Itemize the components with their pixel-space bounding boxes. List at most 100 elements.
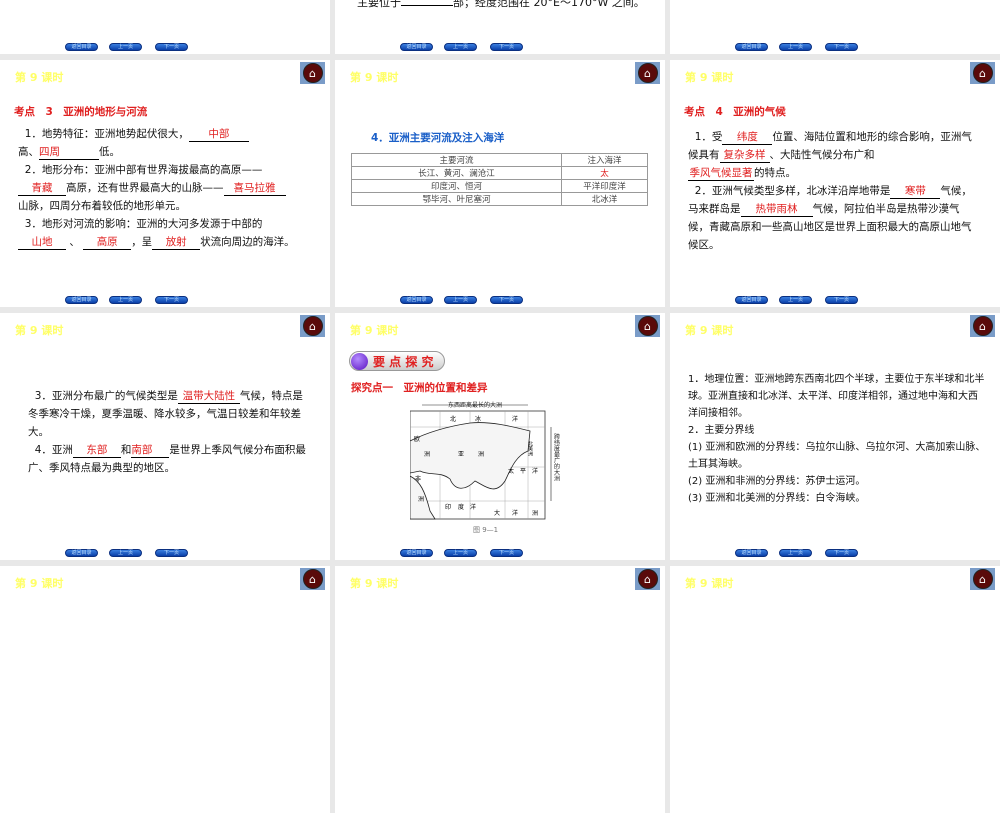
table-header: 主要河流 bbox=[351, 153, 562, 167]
key-points-banner: 要 点 探 究 bbox=[349, 351, 445, 371]
slide-10[interactable]: 第 9 课时 ⌂ bbox=[0, 566, 330, 813]
home-icon: ⌂ bbox=[972, 63, 993, 83]
home-icon: ⌂ bbox=[637, 569, 658, 589]
lesson-label: 第 9 课时 bbox=[350, 324, 399, 337]
lesson-label: 第 9 课时 bbox=[350, 577, 399, 590]
home-button[interactable]: ⌂ bbox=[970, 315, 995, 337]
nav-prev-button[interactable]: 上一页 bbox=[444, 43, 477, 51]
lesson-label: 第 9 课时 bbox=[15, 324, 64, 337]
home-button[interactable]: ⌂ bbox=[300, 62, 325, 84]
nav-buttons: 返回目录 上一页 下一页 bbox=[400, 43, 523, 51]
nav-toc-button[interactable]: 返回目录 bbox=[400, 549, 433, 557]
svg-text:平: 平 bbox=[520, 468, 526, 475]
svg-text:洲: 洲 bbox=[424, 451, 430, 458]
slide-terrain-rivers[interactable]: 第 9 课时 ⌂ 考点 3 亚洲的地形与河流 1．地势特征：亚洲地势起伏很大，中… bbox=[0, 60, 330, 307]
nav-toc-button[interactable]: 返回目录 bbox=[735, 43, 768, 51]
lesson-label: 第 9 课时 bbox=[15, 577, 64, 590]
home-icon: ⌂ bbox=[972, 316, 993, 336]
section-heading: 探究点一 亚洲的位置和差异 bbox=[351, 382, 488, 394]
nav-prev-button[interactable]: 上一页 bbox=[109, 296, 142, 304]
home-icon: ⌂ bbox=[302, 569, 323, 589]
lesson-label: 第 9 课时 bbox=[350, 71, 399, 84]
home-button[interactable]: ⌂ bbox=[970, 62, 995, 84]
nav-toc-button[interactable]: 返回目录 bbox=[735, 549, 768, 557]
svg-text:洲: 洲 bbox=[478, 451, 484, 458]
slide-body: 3．亚洲分布最广的气候类型是 温带大陆性 气候，特点是冬季寒冷干燥，夏季温暖、降水较… bbox=[28, 390, 306, 474]
svg-text:洲: 洲 bbox=[418, 496, 424, 503]
svg-text:欧: 欧 bbox=[414, 435, 420, 443]
nav-prev-button[interactable]: 上一页 bbox=[109, 43, 142, 51]
svg-text:洋: 洋 bbox=[512, 415, 518, 423]
home-button[interactable]: ⌂ bbox=[300, 568, 325, 590]
svg-text:北: 北 bbox=[450, 415, 456, 423]
nav-prev-button[interactable]: 上一页 bbox=[444, 296, 477, 304]
nav-toc-button[interactable]: 返回目录 bbox=[65, 296, 98, 304]
svg-text:洋: 洋 bbox=[470, 503, 476, 511]
home-button[interactable]: ⌂ bbox=[635, 315, 660, 337]
slide-1[interactable]: 返回目录 上一页 下一页 bbox=[0, 0, 330, 54]
nav-next-button[interactable]: 下一页 bbox=[825, 549, 858, 557]
nav-buttons: 返回目录 上一页 下一页 bbox=[65, 43, 188, 51]
nav-toc-button[interactable]: 返回目录 bbox=[400, 296, 433, 304]
table-row: 鄂毕河、叶尼塞河 北冰洋 bbox=[351, 192, 648, 206]
slide-climate-2[interactable]: 第 9 课时 ⌂ 3．亚洲分布最广的气候类型是 温带大陆性 气候，特点是冬季寒冷干燥… bbox=[0, 313, 330, 560]
home-button[interactable]: ⌂ bbox=[635, 568, 660, 590]
table-row: 长江、黄河、澜沧江太 bbox=[351, 166, 648, 180]
nav-buttons: 返回目录 上一页 下一页 bbox=[735, 43, 858, 51]
lesson-label: 第 9 课时 bbox=[15, 71, 64, 84]
svg-text:洋: 洋 bbox=[512, 509, 518, 517]
lesson-label: 第 9 课时 bbox=[685, 577, 734, 590]
nav-next-button[interactable]: 下一页 bbox=[155, 549, 188, 557]
slide-climate[interactable]: 第 9 课时 ⌂ 考点 4 亚洲的气候 1．受 纬度 位置、海陆位置和地形的综合影响… bbox=[670, 60, 1000, 307]
asia-map: 东西距离最长的大洲 跨纬度最广的大洲 北冰洋 亚洲 欧洲 非洲 印度洋 太平洋 … bbox=[410, 401, 560, 521]
home-button[interactable]: ⌂ bbox=[635, 62, 660, 84]
lesson-label: 第 9 课时 bbox=[685, 324, 734, 337]
nav-next-button[interactable]: 下一页 bbox=[155, 296, 188, 304]
nav-buttons: 返回目录 上一页 下一页 bbox=[400, 296, 523, 304]
rivers-table: 主要河流 注入海洋 长江、黄河、澜沧江太 印度河、恒河 平洋印度洋 鄂毕河、叶尼塞河… bbox=[351, 153, 648, 206]
svg-text:洋: 洋 bbox=[532, 467, 538, 475]
nav-prev-button[interactable]: 上一页 bbox=[779, 43, 812, 51]
nav-next-button[interactable]: 下一页 bbox=[490, 549, 523, 557]
nav-next-button[interactable]: 下一页 bbox=[825, 296, 858, 304]
table-row: 印度河、恒河 平洋印度洋 bbox=[351, 179, 648, 193]
nav-buttons: 返回目录 上一页 下一页 bbox=[735, 296, 858, 304]
slide-body: 1．受 纬度 位置、海陆位置和地形的综合影响，亚洲气候具有 复杂多样 、大陆性气候分布广… bbox=[688, 131, 972, 251]
slide-body: 1．地势特征：亚洲地势起伏很大， 中部 高、四周 低。 2．地形分布：亚洲中部有世界… bbox=[18, 128, 295, 250]
nav-buttons: 返回目录 上一页 下一页 bbox=[400, 549, 523, 557]
nav-toc-button[interactable]: 返回目录 bbox=[65, 43, 98, 51]
home-icon: ⌂ bbox=[972, 569, 993, 589]
slide-key-points[interactable]: 第 9 课时 ⌂ 要 点 探 究 探究点一 亚洲的位置和差异 东西距离最长的大洲… bbox=[335, 313, 665, 560]
table-header: 注入海洋 bbox=[561, 153, 648, 167]
nav-toc-button[interactable]: 返回目录 bbox=[65, 549, 98, 557]
slide-3[interactable]: 返回目录 上一页 下一页 bbox=[670, 0, 1000, 54]
slide-body: 1．地理位置：亚洲地跨东西南北四个半球，主要位于东半球和北半球。亚洲直接和北冰洋… bbox=[688, 374, 986, 504]
nav-prev-button[interactable]: 上一页 bbox=[779, 549, 812, 557]
slide-2[interactable]: 主要位于 部；经度范围在 20°E～170°W 之间。 返回目录 上一页 下一页 bbox=[335, 0, 665, 54]
nav-next-button[interactable]: 下一页 bbox=[155, 43, 188, 51]
svg-text:印: 印 bbox=[445, 504, 451, 511]
nav-prev-button[interactable]: 上一页 bbox=[779, 296, 812, 304]
section-heading: 考点 4 亚洲的气候 bbox=[684, 106, 786, 118]
home-button[interactable]: ⌂ bbox=[970, 568, 995, 590]
slide-12[interactable]: 第 9 课时 ⌂ bbox=[670, 566, 1000, 813]
map-title-side: 跨纬度最广的大洲 bbox=[553, 432, 560, 481]
nav-prev-button[interactable]: 上一页 bbox=[444, 549, 477, 557]
nav-next-button[interactable]: 下一页 bbox=[825, 43, 858, 51]
slide-location[interactable]: 第 9 课时 ⌂ 1．地理位置：亚洲地跨东西南北四个半球，主要位于东半球和北半球… bbox=[670, 313, 1000, 560]
svg-text:大: 大 bbox=[494, 509, 500, 517]
nav-buttons: 返回目录 上一页 下一页 bbox=[735, 549, 858, 557]
section-heading: 考点 3 亚洲的地形与河流 bbox=[14, 106, 148, 118]
nav-toc-button[interactable]: 返回目录 bbox=[735, 296, 768, 304]
slide-rivers-table[interactable]: 第 9 课时 ⌂ 4．亚洲主要河流及注入海洋 主要河流 注入海洋 长江、黄河、澜沧… bbox=[335, 60, 665, 307]
nav-toc-button[interactable]: 返回目录 bbox=[400, 43, 433, 51]
map-caption: 图 9—1 bbox=[473, 526, 499, 534]
home-button[interactable]: ⌂ bbox=[300, 315, 325, 337]
nav-next-button[interactable]: 下一页 bbox=[490, 43, 523, 51]
nav-next-button[interactable]: 下一页 bbox=[490, 296, 523, 304]
slide-text: 主要位于 部；经度范围在 20°E～170°W 之间。 bbox=[357, 0, 645, 9]
svg-text:冰: 冰 bbox=[475, 415, 481, 423]
slide-11[interactable]: 第 9 课时 ⌂ bbox=[335, 566, 665, 813]
nav-prev-button[interactable]: 上一页 bbox=[109, 549, 142, 557]
lesson-label: 第 9 课时 bbox=[685, 71, 734, 84]
